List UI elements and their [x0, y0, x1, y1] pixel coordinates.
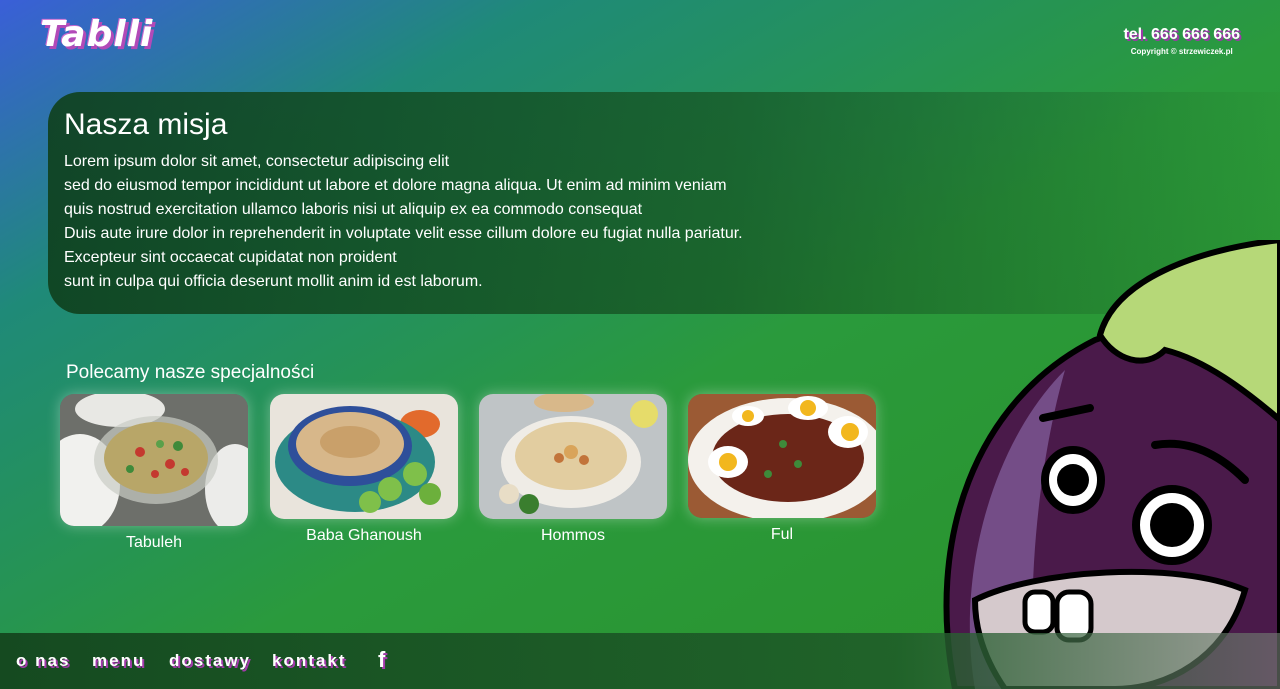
dish-name[interactable]: Ful	[688, 526, 876, 544]
mission-title: Nasza misja	[64, 108, 228, 141]
logo[interactable]: Tablli	[40, 14, 153, 55]
mission-line: Lorem ipsum dolor sit amet, consectetur …	[64, 153, 450, 170]
dish-name[interactable]: Baba Ghanoush	[270, 527, 458, 545]
dish-image-baba-ghanoush[interactable]	[270, 394, 458, 519]
eggplant-mascot-illustration	[943, 240, 1280, 689]
dish-image-hommos[interactable]	[479, 394, 667, 519]
mission-line: sed do eiusmod tempor incididunt ut labo…	[64, 177, 727, 194]
nav-link-dostawy[interactable]: dostawy	[169, 651, 251, 671]
nav-link-o-nas[interactable]: o nas	[16, 651, 70, 671]
nav-link-kontakt[interactable]: kontakt	[272, 651, 346, 671]
mission-line: sunt in culpa qui officia deserunt molli…	[64, 273, 483, 290]
copyright-text: Copyright © strzewiczek.pl	[1130, 47, 1233, 56]
mission-line: Excepteur sint occaecat cupidatat non pr…	[64, 249, 397, 266]
contact-info: tel. 666 666 666 Copyright © strzewiczek…	[1123, 26, 1240, 56]
dish-name[interactable]: Tabuleh	[60, 534, 248, 552]
footer-nav: o nas menu dostawy kontakt f	[0, 633, 1280, 689]
dish-name[interactable]: Hommos	[479, 527, 667, 545]
dish-card-baba-ghanoush[interactable]: Baba Ghanoush	[270, 394, 458, 545]
mission-line: quis nostrud exercitation ullamco labori…	[64, 201, 643, 218]
mission-line: Duis aute irure dolor in reprehenderit i…	[64, 225, 743, 242]
phone-number[interactable]: tel. 666 666 666	[1123, 26, 1240, 44]
dish-card-hommos[interactable]: Hommos	[479, 394, 667, 545]
nav-link-menu[interactable]: menu	[92, 651, 145, 671]
dish-image-tabuleh[interactable]	[60, 394, 248, 526]
dish-image-ful[interactable]	[688, 394, 876, 518]
specials-title: Polecamy nasze specjalności	[66, 362, 315, 383]
dish-card-ful[interactable]: Ful	[688, 394, 876, 544]
facebook-icon[interactable]: f	[378, 647, 385, 673]
dish-card-tabuleh[interactable]: Tabuleh	[60, 394, 248, 552]
